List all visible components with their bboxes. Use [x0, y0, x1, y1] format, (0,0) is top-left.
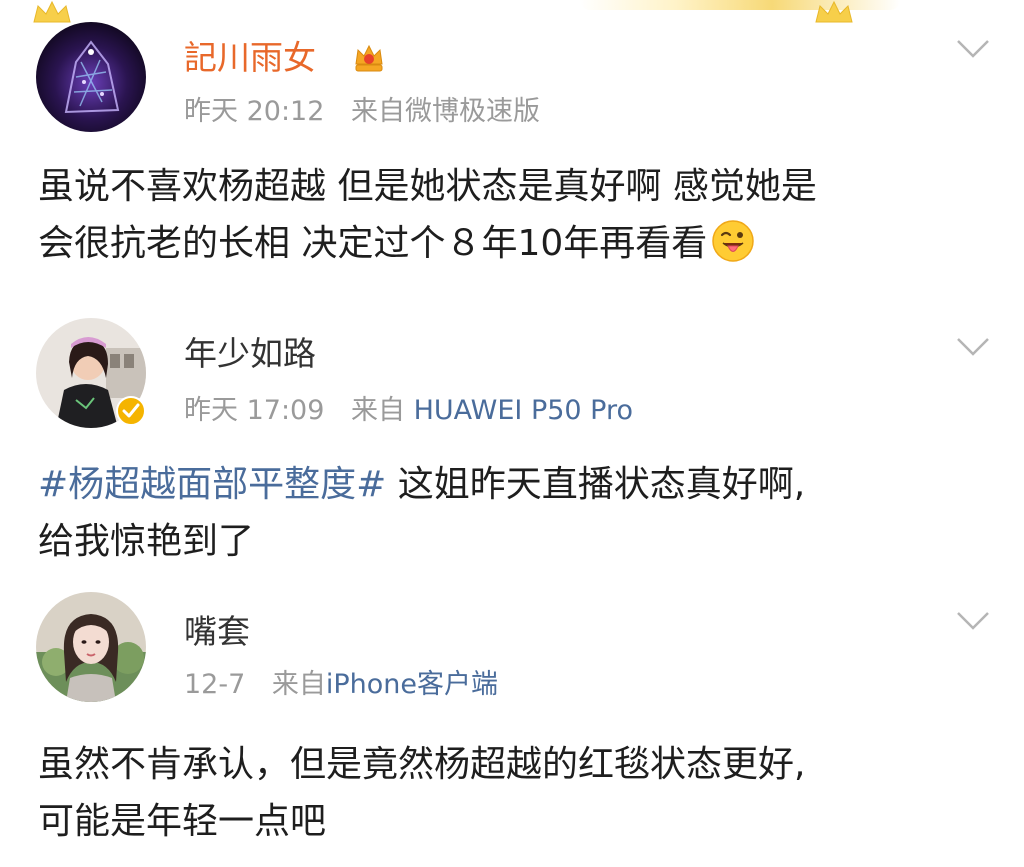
comment-line-text: 会很抗老的长相 决定过个８年10年再看看	[38, 223, 708, 264]
post-time: 昨天 20:12	[184, 96, 325, 127]
source-prefix: 来自	[271, 669, 326, 700]
comment-line-text: 这姐昨天直播状态真好啊,	[386, 464, 806, 505]
source-prefix: 来自	[351, 395, 405, 426]
tongue-wink-emoji	[712, 220, 755, 262]
comment-text: 虽然不肯承认，但是竟然杨超越的红毯状态更好, 可能是年轻一点吧	[38, 736, 988, 850]
post-meta: 12-7 来自iPhone客户端	[184, 668, 498, 702]
comment-line: 可能是年轻一点吧	[38, 801, 327, 842]
comment-line: 会很抗老的长相 决定过个８年10年再看看	[38, 215, 988, 272]
comment-text: 虽说不喜欢杨超越 但是她状态是真好啊 感觉她是 会很抗老的长相 决定过个８年10…	[38, 158, 988, 272]
avatar-container[interactable]	[36, 22, 146, 132]
crown-icon	[815, 0, 853, 23]
post-meta: 昨天 20:12 来自微博极速版	[184, 95, 540, 129]
vip-crown-icon[interactable]	[350, 40, 388, 76]
source-prefix: 来自	[351, 96, 405, 127]
comment-line: #杨超越面部平整度# 这姐昨天直播状态真好啊,	[38, 456, 988, 513]
post-meta: 昨天 17:09 来自 HUAWEI P50 Pro	[184, 394, 633, 428]
avatar[interactable]	[36, 592, 146, 702]
avatar[interactable]	[36, 22, 146, 132]
chevron-down-icon[interactable]	[955, 610, 991, 632]
chevron-down-icon[interactable]	[955, 38, 991, 60]
username[interactable]: 記川雨女	[184, 38, 316, 78]
username[interactable]: 嘴套	[184, 612, 250, 652]
post-source: 微博极速版	[405, 96, 540, 127]
topic-link[interactable]: #杨超越面部平整度#	[38, 464, 386, 505]
chevron-down-icon[interactable]	[955, 336, 991, 358]
post-time: 昨天 17:09	[184, 395, 325, 426]
post-time: 12-7	[184, 669, 246, 700]
comment-text: #杨超越面部平整度# 这姐昨天直播状态真好啊, 给我惊艳到了	[38, 456, 988, 570]
post-source[interactable]: HUAWEI P50 Pro	[414, 395, 633, 426]
crown-icon	[33, 0, 71, 23]
post-source[interactable]: iPhone客户端	[326, 669, 498, 700]
verified-badge-icon	[116, 396, 146, 426]
comment-line: 虽说不喜欢杨超越 但是她状态是真好啊 感觉她是	[38, 166, 817, 207]
username[interactable]: 年少如路	[184, 334, 316, 374]
avatar-container[interactable]	[36, 318, 146, 428]
comment-line: 虽然不肯承认，但是竟然杨超越的红毯状态更好,	[38, 744, 806, 785]
avatar-container[interactable]	[36, 592, 146, 702]
comment-line: 给我惊艳到了	[38, 521, 255, 562]
